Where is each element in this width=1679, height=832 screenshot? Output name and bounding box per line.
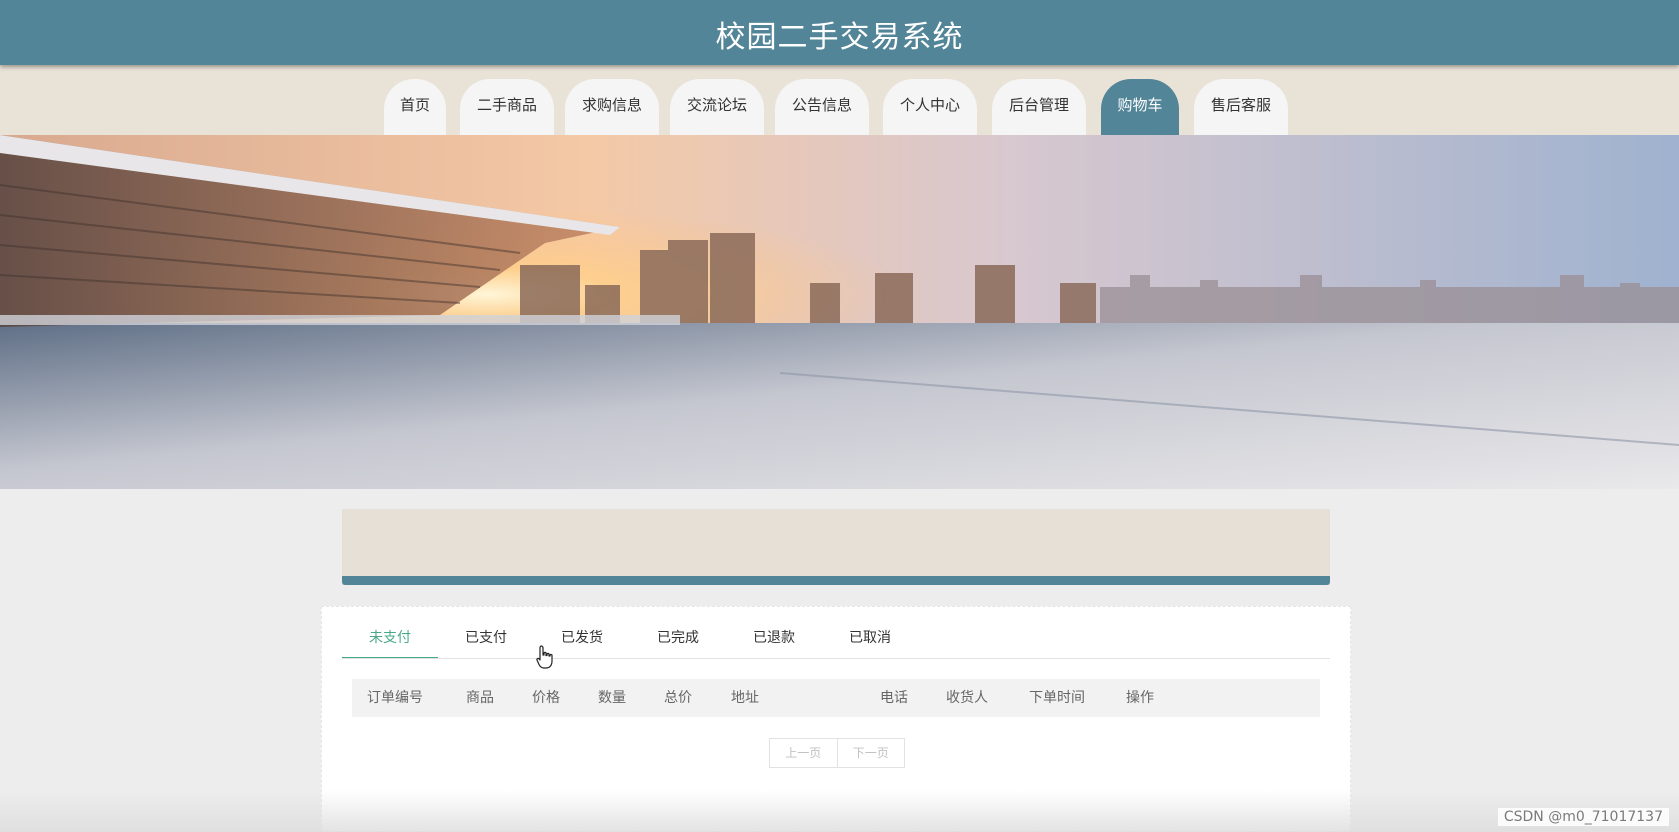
nav-item-secondhand-goods[interactable]: 二手商品 bbox=[460, 79, 554, 135]
section-title-box bbox=[342, 509, 1330, 585]
column-phone: 电话 bbox=[880, 690, 908, 706]
pagination: 上一页 下一页 bbox=[769, 738, 905, 768]
city-skyline-illustration bbox=[0, 135, 1679, 489]
orders-table-header: 订单编号 商品 价格 数量 总价 地址 电话 收货人 下单时间 操作 bbox=[352, 679, 1320, 717]
section-title-underline bbox=[342, 576, 1330, 585]
tab-completed[interactable]: 已完成 bbox=[630, 625, 726, 659]
nav-item-forum[interactable]: 交流论坛 bbox=[670, 79, 764, 135]
column-product: 商品 bbox=[466, 690, 494, 706]
nav-item-after-sales[interactable]: 售后客服 bbox=[1194, 79, 1288, 135]
site-title: 校园二手交易系统 bbox=[715, 20, 964, 55]
tab-paid[interactable]: 已支付 bbox=[438, 625, 534, 659]
nav-item-announcements[interactable]: 公告信息 bbox=[775, 79, 869, 135]
hand-pointer-cursor-icon bbox=[536, 645, 553, 669]
column-order-time: 下单时间 bbox=[1029, 690, 1085, 706]
column-actions: 操作 bbox=[1126, 690, 1154, 706]
column-address: 地址 bbox=[731, 690, 759, 706]
column-quantity: 数量 bbox=[598, 690, 626, 706]
column-price: 价格 bbox=[532, 690, 560, 706]
nav-item-admin[interactable]: 后台管理 bbox=[992, 79, 1086, 135]
next-page-button[interactable]: 下一页 bbox=[838, 739, 905, 767]
hero-banner-image bbox=[0, 135, 1679, 489]
prev-page-button[interactable]: 上一页 bbox=[770, 739, 838, 767]
column-total: 总价 bbox=[664, 690, 692, 706]
nav-item-home[interactable]: 首页 bbox=[384, 79, 446, 135]
site-header: 校园二手交易系统 bbox=[0, 0, 1679, 65]
tabs-divider bbox=[342, 658, 1330, 659]
column-receiver: 收货人 bbox=[946, 690, 988, 706]
tab-unpaid[interactable]: 未支付 bbox=[342, 625, 438, 659]
nav-item-personal-center[interactable]: 个人中心 bbox=[883, 79, 977, 135]
tab-refunded[interactable]: 已退款 bbox=[726, 625, 822, 659]
watermark: CSDN @m0_71017137 bbox=[1497, 808, 1669, 826]
column-order-number: 订单编号 bbox=[367, 690, 423, 706]
nav-item-cart[interactable]: 购物车 bbox=[1101, 79, 1179, 135]
nav-item-wanted-info[interactable]: 求购信息 bbox=[565, 79, 659, 135]
tab-cancelled[interactable]: 已取消 bbox=[822, 625, 918, 659]
main-nav: 首页 二手商品 求购信息 交流论坛 公告信息 个人中心 后台管理 购物车 售后客… bbox=[0, 65, 1679, 135]
